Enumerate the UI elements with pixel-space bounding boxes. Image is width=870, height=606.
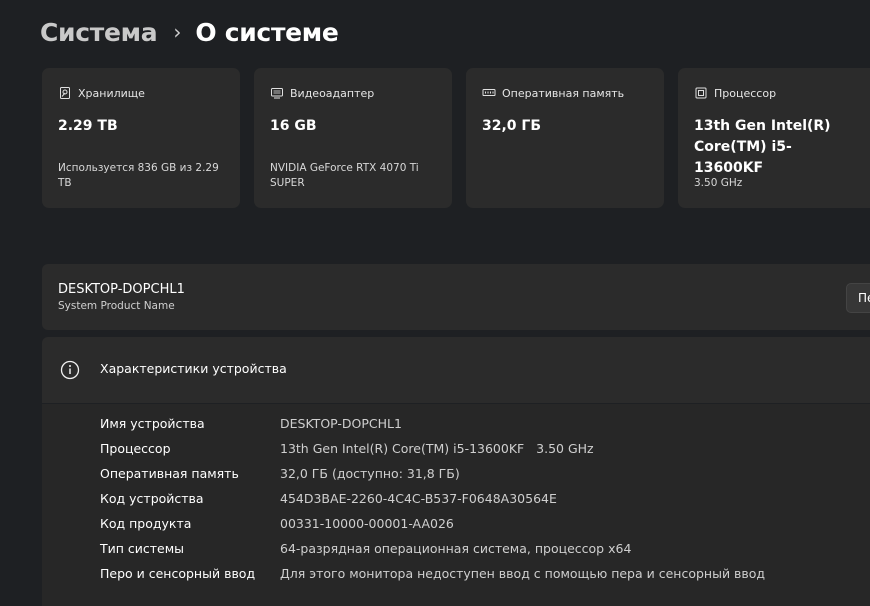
spec-label: Оперативная память [100,465,239,481]
spec-row-pen-touch: Перо и сенсорный ввод Для этого монитора… [100,563,765,583]
spec-row-system-type: Тип системы 64-разрядная операционная си… [100,538,631,558]
storage-card[interactable]: Хранилище 2.29 TB Используется 836 GB из… [42,68,240,208]
memory-label: Оперативная память [502,86,625,100]
spec-row-processor: Процессор 13th Gen Intel(R) Core(TM) i5-… [100,438,594,458]
spec-value: 13th Gen Intel(R) Core(TM) i5-13600KF 3.… [280,440,594,456]
memory-value: 32,0 ГБ [482,118,542,134]
spec-label: Имя устройства [100,415,205,431]
chevron-right-icon: › [173,20,182,44]
page-title: О системе [195,17,339,47]
spec-label: Процессор [100,440,171,456]
spec-value: 32,0 ГБ (доступно: 31,8 ГБ) [280,465,460,481]
storage-label: Хранилище [78,86,145,100]
memory-icon [482,86,496,100]
device-name-row: DESKTOP-DOPCHL1 System Product Name Пере… [42,264,870,330]
info-icon [59,359,81,381]
spec-value: 00331-10000-00001-AA026 [280,515,454,531]
spec-row-device-id: Код устройства 454D3BAE-2260-4C4C-B537-F… [100,488,557,508]
spec-row-device-name: Имя устройства DESKTOP-DOPCHL1 [100,413,402,433]
device-name: DESKTOP-DOPCHL1 [58,282,185,297]
spec-label: Перо и сенсорный ввод [100,565,256,581]
processor-card[interactable]: Процессор 13th Gen Intel(R) Core(TM) i5-… [678,68,870,208]
memory-card[interactable]: Оперативная память 32,0 ГБ [466,68,664,208]
breadcrumb-parent-link[interactable]: Система [40,18,158,47]
gpu-value: 16 GB [270,118,317,134]
spec-value: DESKTOP-DOPCHL1 [280,415,402,431]
spec-value: 64-разрядная операционная система, проце… [280,540,632,556]
processor-frequency: 3.50 GHz [694,177,743,189]
spec-value: 454D3BAE-2260-4C4C-B537-F0648A30564E [280,490,557,506]
storage-usage: Используется 836 GB из 2.29 TB [58,162,219,189]
breadcrumb: Система › О системе [40,14,339,50]
device-specs-title: Характеристики устройства [100,361,287,376]
storage-value: 2.29 TB [58,118,118,134]
spec-label: Тип системы [100,540,185,556]
processor-value: 13th Gen Intel(R) Core(TM) i5-13600KF [694,118,831,176]
spec-label: Код устройства [100,490,204,506]
processor-icon [694,86,708,100]
device-model: System Product Name [58,300,175,312]
gpu-card[interactable]: Видеоадаптер 16 GB NVIDIA GeForce RTX 40… [254,68,452,208]
gpu-icon [270,86,284,100]
storage-icon [58,86,72,100]
device-specs-list: Имя устройства DESKTOP-DOPCHL1 Процессор… [42,404,870,606]
rename-pc-button[interactable]: Переименовать этот ПК [846,283,870,313]
spec-value: Для этого монитора недоступен ввод с пом… [280,565,766,581]
processor-label: Процессор [714,86,777,100]
gpu-model: NVIDIA GeForce RTX 4070 Ti SUPER [270,162,419,189]
device-specs-header[interactable]: Характеристики устройства [42,337,870,403]
spec-row-product-id: Код продукта 00331-10000-00001-AA026 [100,513,454,533]
gpu-label: Видеоадаптер [290,86,375,100]
spec-row-memory: Оперативная память 32,0 ГБ (доступно: 31… [100,463,460,483]
spec-label: Код продукта [100,515,192,531]
